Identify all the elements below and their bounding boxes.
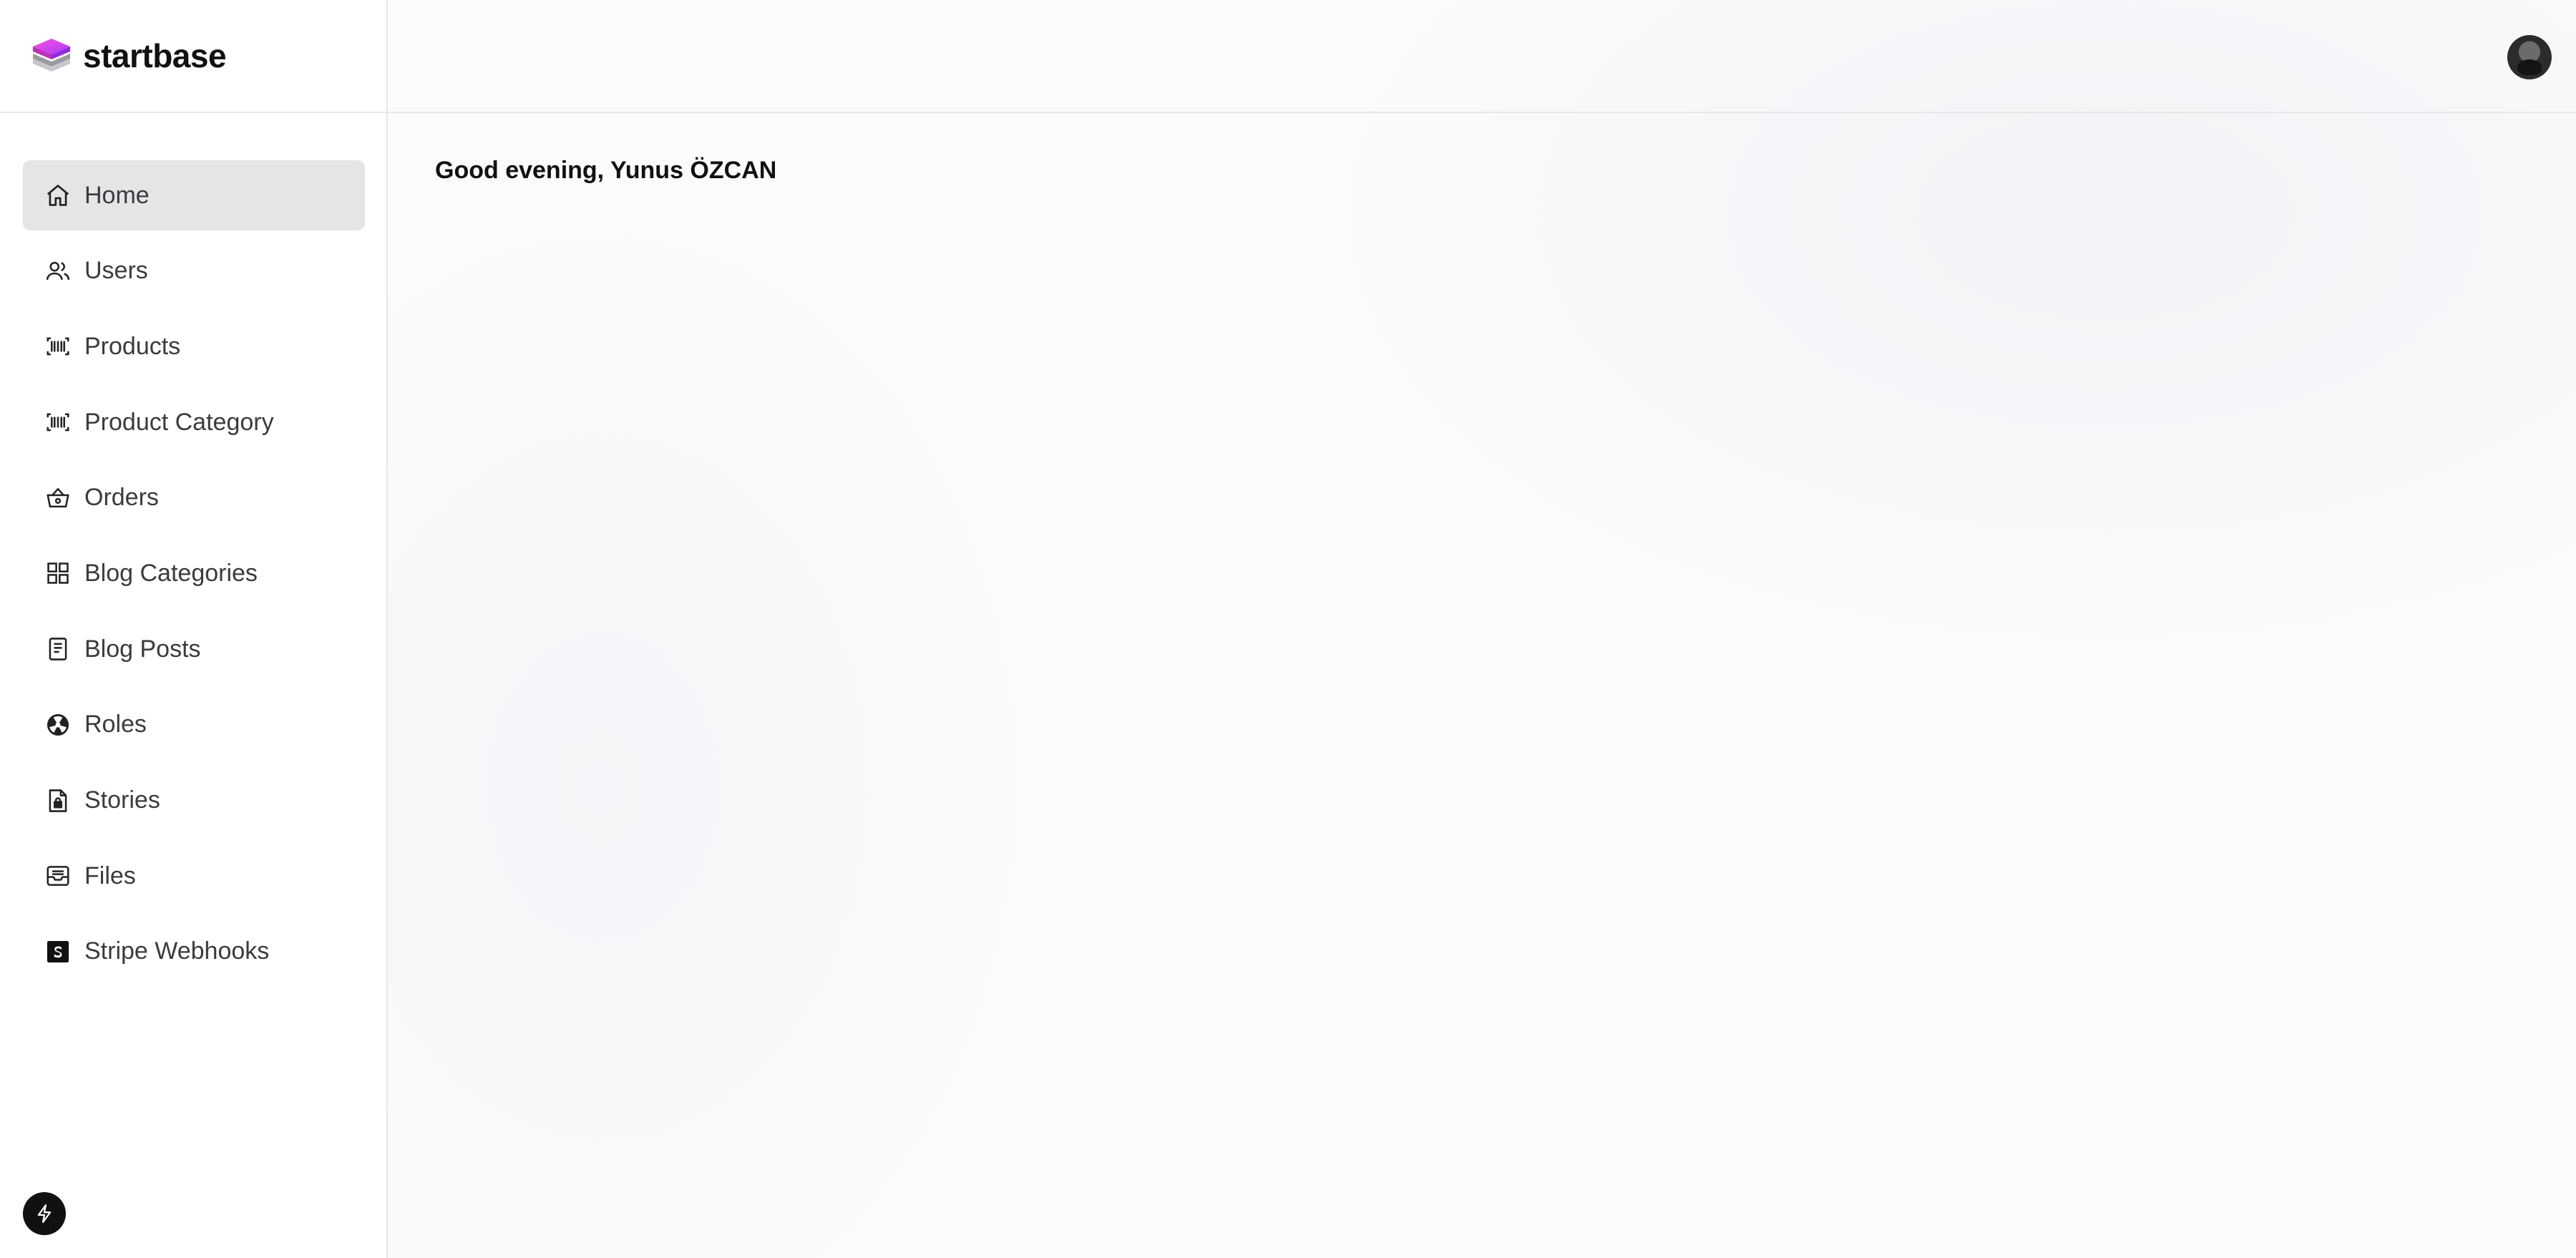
sidebar-item-label: Users bbox=[84, 257, 148, 285]
barcode-icon bbox=[44, 409, 72, 436]
app-root: startbase Home Users Products Product Ca… bbox=[0, 0, 2576, 1258]
top-bar bbox=[388, 0, 2576, 113]
sidebar-item-blog-categories[interactable]: Blog Categories bbox=[23, 538, 365, 608]
users-icon bbox=[44, 258, 72, 285]
sidebar-item-roles[interactable]: Roles bbox=[23, 690, 365, 760]
sidebar-item-label: Stripe Webhooks bbox=[84, 937, 270, 965]
sidebar-item-label: Orders bbox=[84, 484, 159, 512]
sidebar-item-label: Blog Posts bbox=[84, 635, 201, 663]
sidebar-item-stories[interactable]: Stories bbox=[23, 766, 365, 836]
sidebar-item-label: Products bbox=[84, 332, 181, 360]
stripe-icon bbox=[44, 938, 72, 965]
brand[interactable]: startbase bbox=[0, 0, 388, 113]
sidebar-item-orders[interactable]: Orders bbox=[23, 463, 365, 533]
sidebar: startbase Home Users Products Product Ca… bbox=[0, 0, 388, 1258]
main-content: Good evening, Yunus ÖZCAN bbox=[388, 0, 2576, 1258]
inbox-icon bbox=[44, 862, 72, 889]
sidebar-item-label: Stories bbox=[84, 786, 160, 814]
sidebar-item-files[interactable]: Files bbox=[23, 841, 365, 911]
barcode-icon bbox=[44, 333, 72, 360]
sidebar-item-home[interactable]: Home bbox=[23, 160, 365, 230]
sidebar-item-label: Blog Categories bbox=[84, 559, 258, 587]
sidebar-nav: Home Users Products Product Category Ord… bbox=[23, 160, 365, 993]
home-icon bbox=[44, 182, 72, 209]
bolt-icon bbox=[37, 1204, 52, 1223]
brand-name: startbase bbox=[83, 37, 227, 74]
basket-icon bbox=[44, 484, 72, 512]
document-icon bbox=[44, 635, 72, 663]
bolt-button[interactable] bbox=[23, 1192, 66, 1235]
sidebar-item-blog-posts[interactable]: Blog Posts bbox=[23, 614, 365, 684]
sidebar-item-users[interactable]: Users bbox=[23, 236, 365, 306]
sidebar-item-products[interactable]: Products bbox=[23, 311, 365, 381]
sidebar-item-label: Roles bbox=[84, 711, 147, 738]
sidebar-item-stripe-webhooks[interactable]: Stripe Webhooks bbox=[23, 917, 365, 987]
sidebar-item-label: Product Category bbox=[84, 408, 274, 436]
layers-icon bbox=[33, 39, 70, 72]
sidebar-item-label: Home bbox=[84, 181, 150, 209]
sidebar-item-label: Files bbox=[84, 862, 136, 889]
sidebar-item-product-category[interactable]: Product Category bbox=[23, 387, 365, 457]
user-avatar[interactable] bbox=[2507, 35, 2552, 79]
page-greeting: Good evening, Yunus ÖZCAN bbox=[435, 156, 777, 184]
grid-icon bbox=[44, 560, 72, 587]
file-lock-icon bbox=[44, 787, 72, 814]
roles-icon bbox=[44, 711, 72, 738]
